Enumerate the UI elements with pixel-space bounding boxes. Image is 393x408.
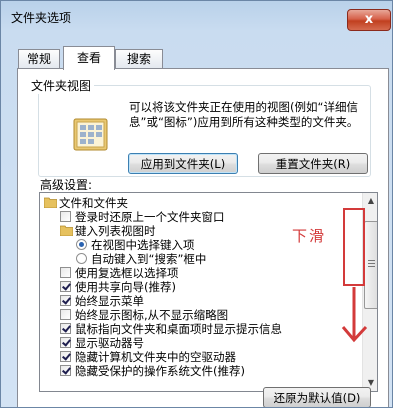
checkbox[interactable] xyxy=(60,351,71,362)
window-title: 文件夹选项 xyxy=(11,11,72,25)
annotation-scroll-down-text: 下滑 xyxy=(292,227,327,245)
restore-defaults-button[interactable]: 还原为默认值(D) xyxy=(263,387,371,407)
folder-views-description: 可以将该文件夹正在使用的视图(例如“详细信息”或“图标”)应用到所有这种类型的文… xyxy=(129,100,359,129)
advanced-settings-label: 高级设置: xyxy=(40,178,93,192)
checkbox[interactable] xyxy=(60,309,71,320)
folder-views-group: 可以将该文件夹正在使用的视图(例如“详细信息”或“图标”)应用到所有这种类型的文… xyxy=(38,85,371,177)
checkbox[interactable] xyxy=(60,323,71,334)
advanced-settings-list[interactable]: 文件和文件夹 登录时还原上一个文件夹窗口 键入列表视图时 在视图中选择键入项 自… xyxy=(39,192,378,392)
checkbox[interactable] xyxy=(60,281,71,292)
tab-view[interactable]: 查看 xyxy=(63,46,115,70)
folder-views-title: 文件夹视图 xyxy=(28,77,95,94)
title-bar: 文件夹选项 x xyxy=(1,1,392,31)
folder-view-icon xyxy=(73,118,108,151)
checkbox[interactable] xyxy=(60,295,71,306)
reset-folders-button[interactable]: 重置文件夹(R) xyxy=(258,153,368,174)
folder-options-dialog: 文件夹选项 x 常规 查看 搜索 文件夹视图 可以将该文件夹正在使用的视图(例如… xyxy=(0,0,393,408)
checkbox[interactable] xyxy=(60,211,71,222)
checkbox[interactable] xyxy=(60,365,71,376)
down-arrow-icon xyxy=(341,287,368,343)
close-button[interactable]: x xyxy=(347,9,391,31)
apply-to-folders-button[interactable]: 应用到文件夹(L) xyxy=(128,153,238,174)
folder-icon xyxy=(44,197,57,208)
grip-line xyxy=(368,263,375,264)
grip-line xyxy=(368,266,375,267)
annotation-highlight-box xyxy=(343,208,365,286)
radio-button[interactable] xyxy=(76,253,87,264)
scroll-up-arrow-icon[interactable]: ▲ xyxy=(363,193,377,209)
checkbox[interactable] xyxy=(60,337,71,348)
radio-button[interactable] xyxy=(76,239,87,250)
tab-search[interactable]: 搜索 xyxy=(115,49,163,69)
tab-general[interactable]: 常规 xyxy=(18,49,60,69)
folder-icon xyxy=(60,225,73,236)
checkbox[interactable] xyxy=(60,267,71,278)
grip-line xyxy=(368,260,375,261)
tab-panel-view: 文件夹视图 可以将该文件夹正在使用的视图(例如“详细信息”或“图标”)应用到所有… xyxy=(17,68,389,407)
